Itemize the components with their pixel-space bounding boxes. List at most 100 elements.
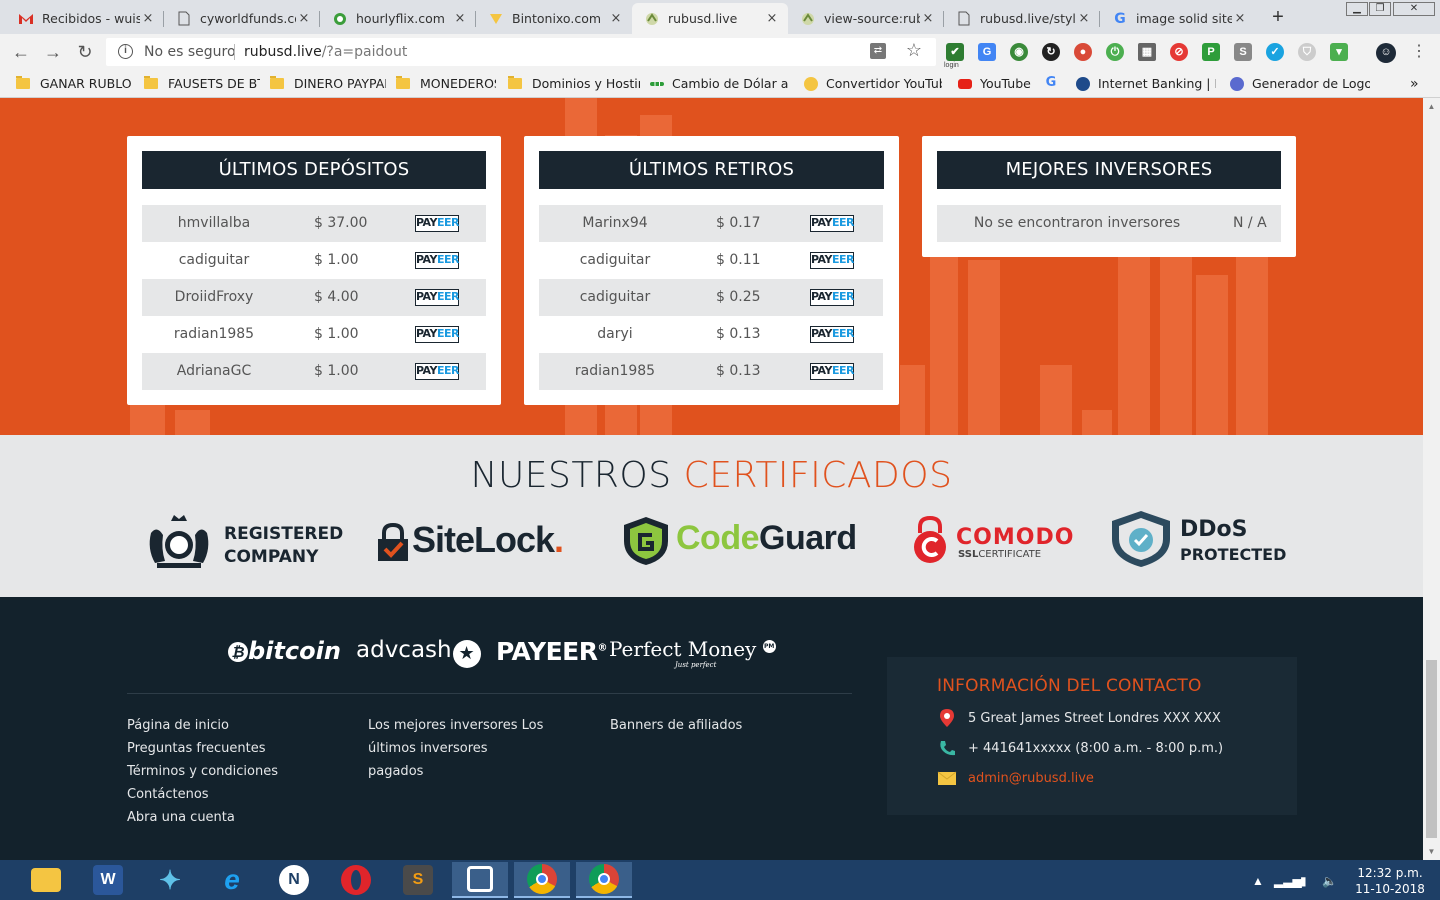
scroll-down-arrow[interactable]: ▼ bbox=[1423, 843, 1440, 860]
reload-button[interactable]: ↻ bbox=[74, 41, 96, 63]
chrome-icon[interactable] bbox=[576, 862, 632, 898]
bookmark-fausets[interactable]: FAUSETS DE BTC bbox=[144, 76, 260, 91]
bookmark-dominios[interactable]: Dominios y Hosting bbox=[508, 76, 640, 91]
block-extension-icon[interactable]: ⊘ bbox=[1170, 43, 1188, 61]
folder-icon bbox=[508, 76, 522, 89]
exchange-icon bbox=[650, 81, 664, 86]
footer-link-banners[interactable]: Banners de afiliados bbox=[610, 714, 742, 737]
url-text[interactable]: rubusd.live/?a=paidout bbox=[244, 44, 407, 60]
tab-cyworldfunds[interactable]: cyworldfunds.com × bbox=[164, 3, 320, 34]
close-icon[interactable]: × bbox=[764, 11, 780, 26]
bookmark-youtube[interactable]: YouTube bbox=[958, 76, 1036, 91]
app-icon[interactable]: ✦ bbox=[142, 862, 198, 898]
sitelock-text: SiteLock bbox=[412, 519, 555, 560]
footer-link-terms[interactable]: Términos y condiciones bbox=[127, 760, 278, 783]
globe-extension-icon[interactable]: ◉ bbox=[1010, 43, 1028, 61]
tab-bintonixo[interactable]: Bintonixo.com × bbox=[476, 3, 632, 34]
internet-explorer-icon[interactable]: e bbox=[204, 862, 260, 898]
footer-link-home[interactable]: Página de inicio bbox=[127, 714, 278, 737]
close-icon[interactable]: × bbox=[1232, 11, 1248, 26]
bookmark-dinero-paypal[interactable]: DINERO PAYPAL bbox=[270, 76, 386, 91]
file-explorer-icon[interactable] bbox=[18, 862, 74, 898]
footer-link-faq[interactable]: Preguntas frecuentes bbox=[127, 737, 278, 760]
chrome-icon[interactable] bbox=[514, 862, 570, 898]
page-scrollbar[interactable]: ▲ ▼ bbox=[1423, 98, 1440, 860]
volume-icon[interactable]: 🔈 bbox=[1322, 874, 1337, 888]
battery-icon[interactable]: ▮ bbox=[1300, 874, 1307, 888]
scroll-up-arrow[interactable]: ▲ bbox=[1423, 98, 1440, 115]
footer-link-top-investors[interactable]: Los mejores inversores Los bbox=[368, 714, 543, 737]
app-window-icon[interactable] bbox=[452, 862, 508, 898]
bookmark-internet-banking[interactable]: Internet Banking | Ba bbox=[1076, 76, 1216, 91]
tab-gmail[interactable]: Recibidos - wuise × bbox=[6, 3, 164, 34]
menu-icon[interactable]: ⋮ bbox=[1408, 41, 1430, 63]
table-row: DroiidFroxy $ 4.00 PAYEER bbox=[142, 279, 486, 316]
bookmark-generador-logos[interactable]: Generador de Logos bbox=[1230, 76, 1370, 91]
footer-link-paid[interactable]: pagados bbox=[368, 760, 543, 783]
tab-google-search[interactable]: G image solid sitelo × bbox=[1100, 3, 1256, 34]
translate-extension-icon[interactable]: G bbox=[978, 43, 996, 61]
close-icon[interactable]: × bbox=[296, 11, 312, 26]
bookmarks-overflow-button[interactable]: » bbox=[1410, 76, 1426, 92]
shield-extension-icon[interactable]: ⛉ bbox=[1298, 43, 1316, 61]
tab-view-source[interactable]: view-source:rubu × bbox=[788, 3, 944, 34]
window-close-button[interactable]: ✕ bbox=[1393, 2, 1435, 16]
sync-extension-icon[interactable]: ↻ bbox=[1042, 43, 1060, 61]
norton-icon[interactable]: N bbox=[266, 862, 322, 898]
minimize-button[interactable]: ▁ bbox=[1346, 2, 1368, 16]
bookmark-ganar-rublos[interactable]: GANAR RUBLOS bbox=[16, 76, 132, 91]
login-extension-icon[interactable]: ✔ login bbox=[944, 43, 964, 69]
translate-icon[interactable]: ⇄ bbox=[870, 43, 886, 59]
contact-phone: + 441641xxxxx (8:00 a.m. - 8:00 p.m.) bbox=[937, 739, 1223, 757]
close-icon[interactable]: × bbox=[1076, 11, 1092, 26]
avatar[interactable]: ☺ bbox=[1376, 43, 1396, 63]
opera-icon[interactable] bbox=[328, 862, 384, 898]
sitelock-dot: . bbox=[554, 519, 564, 560]
ssl-extension-icon[interactable]: S bbox=[1234, 43, 1252, 61]
close-icon[interactable]: × bbox=[608, 11, 624, 26]
bookmark-monederos[interactable]: MONEDEROS bbox=[396, 76, 496, 91]
tab-hourlyflix[interactable]: hourlyflix.com × bbox=[320, 3, 476, 34]
address-bar[interactable]: i No es seguro rubusd.live/?a=paidout ⇄ … bbox=[106, 38, 936, 66]
table-row: radian1985 $ 1.00 PAYEER bbox=[142, 316, 486, 353]
sitelock-badge: SiteLock. bbox=[376, 519, 586, 565]
signal-icon[interactable]: ▂▃▅ bbox=[1274, 874, 1302, 888]
bookmark-star-icon[interactable]: ☆ bbox=[906, 40, 922, 61]
new-tab-button[interactable]: + bbox=[1265, 5, 1291, 29]
close-icon[interactable]: × bbox=[140, 11, 156, 26]
close-icon[interactable]: × bbox=[920, 11, 936, 26]
red-extension-icon[interactable]: ● bbox=[1074, 43, 1092, 61]
bookmark-cambio-dolar[interactable]: Cambio de Dólar amé bbox=[650, 76, 788, 91]
forward-button[interactable]: → bbox=[42, 41, 64, 63]
close-icon[interactable]: × bbox=[452, 11, 468, 26]
payeer-badge-text: PAYEER bbox=[811, 290, 854, 303]
tab-rubusd-active[interactable]: rubusd.live × bbox=[632, 3, 788, 34]
url-path: /?a=paidout bbox=[321, 44, 408, 60]
tab-label: rubusd.live bbox=[668, 11, 738, 26]
back-button[interactable]: ← bbox=[10, 41, 32, 63]
contact-email-link[interactable]: admin@rubusd.live bbox=[968, 771, 1094, 786]
word-icon[interactable]: W bbox=[80, 862, 136, 898]
tab-styles[interactable]: rubusd.live/styles × bbox=[944, 3, 1100, 34]
security-label: No es seguro bbox=[144, 44, 236, 60]
green-shield-extension-icon[interactable]: ▾ bbox=[1330, 43, 1348, 61]
taskbar-clock[interactable]: 12:32 p.m. 11-10-2018 bbox=[1350, 865, 1430, 897]
sublime-icon[interactable]: S bbox=[390, 862, 446, 898]
footer-link-contact[interactable]: Contáctenos bbox=[127, 783, 278, 806]
tab-strip: Recibidos - wuise × cyworldfunds.com × h… bbox=[0, 0, 1440, 34]
qr-extension-icon[interactable]: ▦ bbox=[1138, 43, 1156, 61]
p-extension-icon[interactable]: P bbox=[1202, 43, 1220, 61]
restore-button[interactable]: ❐ bbox=[1369, 2, 1391, 16]
payeer-icon: PAYEER bbox=[810, 326, 854, 343]
table-row: cadiguitar $ 1.00 PAYEER bbox=[142, 242, 486, 279]
bookmark-google[interactable]: G bbox=[1044, 76, 1064, 90]
tray-chevron-icon[interactable]: ▲ bbox=[1252, 874, 1264, 888]
bookmark-convertidor[interactable]: Convertidor YouTube bbox=[804, 76, 942, 91]
check-extension-icon[interactable]: ✓ bbox=[1266, 43, 1284, 61]
scroll-thumb[interactable] bbox=[1426, 660, 1437, 838]
footer-link-signup[interactable]: Abra una cuenta bbox=[127, 806, 278, 829]
power-extension-icon[interactable]: ⏻ bbox=[1106, 43, 1124, 61]
info-icon[interactable]: i bbox=[118, 44, 133, 59]
payeer-icon: PAYEER bbox=[810, 363, 854, 380]
footer-link-last-investors[interactable]: últimos inversores bbox=[368, 737, 543, 760]
